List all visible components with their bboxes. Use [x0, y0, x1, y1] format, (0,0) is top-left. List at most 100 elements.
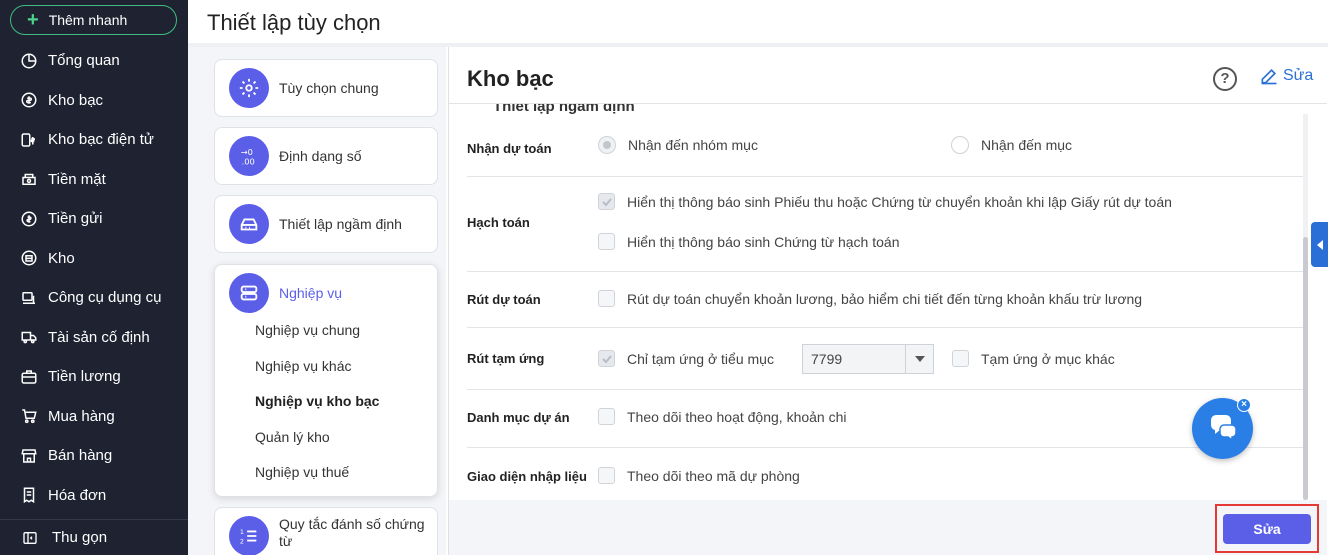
sidebar-item-fixed-assets[interactable]: Tài sản cố định: [0, 318, 188, 358]
checkbox-item[interactable]: Theo dõi theo hoạt động, khoản chi: [598, 408, 847, 425]
menu-label: Quy tắc đánh số chứng từ: [279, 516, 425, 549]
warehouse-icon: [21, 250, 37, 266]
menu-card-defaults[interactable]: Thiết lập ngầm định: [214, 195, 438, 253]
cash-icon: [22, 174, 36, 186]
checkbox-checked[interactable]: [598, 193, 615, 210]
sidebar-item-cash[interactable]: Tiền mặt: [0, 160, 188, 200]
menu-label: Thiết lập ngầm định: [279, 216, 402, 232]
submenu-item[interactable]: Nghiệp vụ khác: [215, 349, 437, 385]
check-icon: [601, 354, 612, 363]
menu-label: Định dạng số: [279, 148, 362, 164]
sidebar: + Thêm nhanh Tổng quan Kho bạc Kho bạc đ…: [0, 0, 188, 555]
invoice-icon: [23, 487, 35, 504]
sidebar-item-e-treasury[interactable]: Kho bạc điện tử: [0, 120, 188, 160]
collapse-button[interactable]: Thu gọn: [0, 519, 188, 555]
row-label: Hạch toán: [467, 215, 530, 230]
checkbox-item[interactable]: Hiển thị thông báo sinh Chứng từ hạch to…: [598, 233, 899, 250]
svg-text:2: 2: [240, 537, 244, 545]
checkbox-unchecked[interactable]: [598, 233, 615, 250]
checkbox-unchecked[interactable]: [952, 350, 969, 367]
number-format-icon: →0.00: [229, 136, 269, 176]
sidebar-item-sales[interactable]: Bán hàng: [0, 436, 188, 476]
option-label: Chỉ tạm ứng ở tiểu mục: [627, 350, 774, 367]
option-label: Hiển thị thông báo sinh Chứng từ hạch to…: [627, 233, 900, 250]
sidebar-item-label: Hóa đơn: [48, 486, 107, 504]
checkbox-item[interactable]: Rút dự toán chuyển khoản lương, bảo hiểm…: [598, 290, 1142, 307]
gear-icon: [229, 68, 269, 108]
checkbox-item[interactable]: Theo dõi theo mã dự phòng: [598, 467, 800, 484]
row-estimate: Nhận dự toán Nhận đến nhóm mục Nhận đến …: [467, 114, 1305, 177]
sidebar-item-label: Tổng quan: [48, 52, 120, 70]
expand-panel-tab[interactable]: [1311, 222, 1328, 267]
settings-content: Thiết lập ngầm định Nhận dự toán Nhận đế…: [449, 104, 1309, 500]
row-label: Rút tạm ứng: [467, 351, 545, 366]
sidebar-item-label: Tiền lương: [48, 368, 121, 386]
quick-add-button[interactable]: + Thêm nhanh: [10, 5, 177, 35]
radio-group-item[interactable]: Nhận đến nhóm mục: [598, 136, 758, 154]
radio-checked[interactable]: [598, 136, 616, 154]
menu-card-number-format[interactable]: →0.00 Định dạng số: [214, 127, 438, 185]
scrollbar-thumb[interactable]: [1303, 237, 1308, 500]
submenu-item-active[interactable]: Nghiệp vụ kho bạc: [215, 384, 437, 420]
sidebar-item-tools[interactable]: Công cụ dụng cụ: [0, 278, 188, 318]
numbered-list-icon: 12: [229, 516, 269, 555]
subitem-select[interactable]: 7799: [802, 344, 934, 374]
briefcase-icon: [21, 370, 37, 384]
save-button[interactable]: Sửa: [1223, 514, 1311, 544]
sidebar-item-deposit[interactable]: Tiền gửi: [0, 199, 188, 239]
radio-group-item[interactable]: Nhận đến mục: [951, 136, 1072, 154]
menu-label: Tùy chọn chung: [279, 80, 379, 96]
page-title: Thiết lập tùy chọn: [207, 10, 381, 35]
option-label: Rút dự toán chuyển khoản lương, bảo hiểm…: [627, 290, 1143, 307]
sidebar-item-label: Tiền gửi: [48, 210, 103, 228]
menu-card-general[interactable]: Tùy chọn chung: [214, 59, 438, 117]
submenu-item[interactable]: Nghiệp vụ thuế: [215, 455, 437, 491]
checkbox-checked[interactable]: [598, 350, 615, 367]
sidebar-item-label: Mua hàng: [48, 407, 115, 425]
option-label: Theo dõi theo hoạt động, khoản chi: [627, 408, 847, 425]
main-header: Kho bạc ? Sửa: [449, 47, 1327, 104]
help-icon[interactable]: ?: [1213, 67, 1237, 91]
collapse-label: Thu gọn: [52, 529, 108, 546]
checkbox-unchecked[interactable]: [598, 408, 615, 425]
scrollbar[interactable]: [1303, 114, 1308, 500]
checkbox-item[interactable]: Hiển thị thông báo sinh Phiếu thu hoặc C…: [598, 193, 1172, 210]
sidebar-item-overview[interactable]: Tổng quan: [0, 41, 188, 81]
deposit-icon: [21, 211, 37, 227]
sidebar-item-salary[interactable]: Tiền lương: [0, 357, 188, 397]
row-withdraw: Rút dự toán Rút dự toán chuyển khoản lươ…: [467, 272, 1305, 328]
tools-icon: [22, 291, 35, 304]
sidebar-item-treasury[interactable]: Kho bạc: [0, 81, 188, 121]
money-circle-icon: [21, 92, 37, 108]
submenu-item[interactable]: Quản lý kho: [215, 420, 437, 456]
row-accounting: Hạch toán Hiển thị thông báo sinh Phiếu …: [467, 177, 1305, 272]
cart-icon: [22, 409, 37, 424]
row-label: Giao diện nhập liệu: [467, 469, 587, 484]
checkbox-unchecked[interactable]: [598, 290, 615, 307]
submenu-item[interactable]: Nghiệp vụ chung: [215, 313, 437, 349]
option-label: Tạm ứng ở mục khác: [981, 350, 1115, 367]
menu-card-operations[interactable]: Nghiệp vụ Nghiệp vụ chung Nghiệp vụ khác…: [214, 264, 438, 497]
radio-unchecked[interactable]: [951, 136, 969, 154]
chat-icon: [1210, 414, 1237, 441]
chevron-down-icon[interactable]: [905, 345, 933, 373]
option-label: Nhận đến mục: [981, 137, 1073, 153]
row-advance: Rút tạm ứng Chỉ tạm ứng ở tiểu mục 7799 …: [467, 328, 1305, 390]
sidebar-item-label: Tài sản cố định: [48, 328, 150, 346]
menu-card-numbering[interactable]: 12 Quy tắc đánh số chứng từ: [214, 507, 438, 555]
sidebar-item-label: Kho bạc điện tử: [48, 131, 154, 149]
checkbox-item[interactable]: Tạm ứng ở mục khác: [952, 350, 1115, 367]
edit-label: Sửa: [1283, 67, 1314, 84]
check-icon: [601, 197, 612, 206]
sidebar-item-invoice[interactable]: Hóa đơn: [0, 476, 188, 516]
option-label: Nhận đến nhóm mục: [628, 137, 758, 153]
close-icon[interactable]: ×: [1237, 398, 1251, 412]
edit-link[interactable]: Sửa: [1259, 66, 1313, 86]
checkbox-unchecked[interactable]: [598, 467, 615, 484]
sidebar-item-label: Kho bạc: [48, 91, 104, 109]
sidebar-item-warehouse[interactable]: Kho: [0, 239, 188, 279]
sidebar-item-purchase[interactable]: Mua hàng: [0, 397, 188, 437]
truck-icon: [21, 332, 37, 344]
row-label: Nhận dự toán: [467, 141, 552, 156]
checkbox-item[interactable]: Chỉ tạm ứng ở tiểu mục: [598, 350, 774, 367]
